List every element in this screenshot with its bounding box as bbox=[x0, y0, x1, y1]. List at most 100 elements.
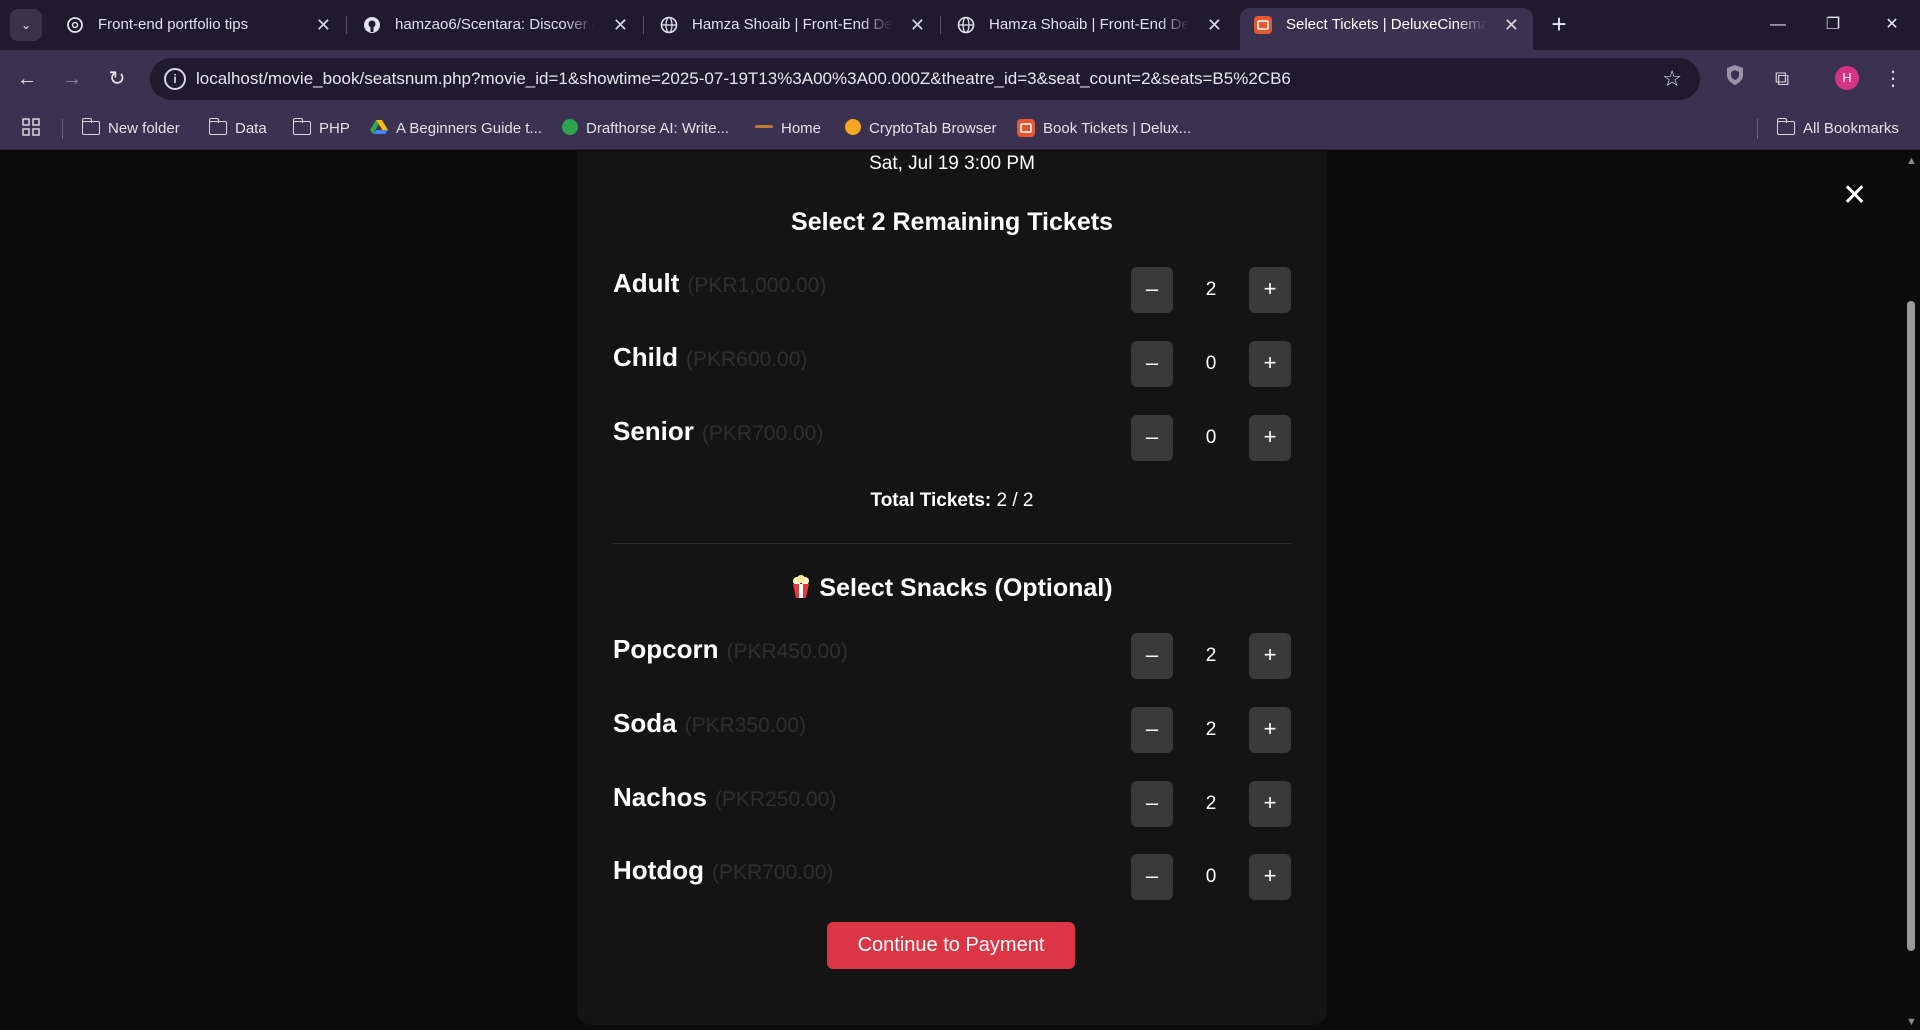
home-site-icon bbox=[755, 125, 773, 128]
increment-button[interactable]: + bbox=[1249, 854, 1291, 900]
browser-menu-icon[interactable]: ⋮ bbox=[1878, 64, 1908, 94]
address-bar[interactable]: i localhost/movie_book/seatsnum.php?movi… bbox=[150, 58, 1700, 100]
bookmark-label: Data bbox=[235, 120, 267, 137]
snack-row-nachos: Nachos (PKR250.00) – 2 + bbox=[613, 781, 1291, 827]
increment-button[interactable]: + bbox=[1249, 633, 1291, 679]
scroll-up-arrow-icon[interactable]: ▲ bbox=[1906, 155, 1917, 167]
site-info-icon[interactable]: i bbox=[164, 68, 186, 90]
tab-hamza-shoaib-2[interactable]: Hamza Shoaib | Front-End Deve ✕ bbox=[943, 8, 1236, 42]
bookmark-cryptotab[interactable]: CryptoTab Browser bbox=[845, 107, 997, 150]
quantity-stepper: – 2 + bbox=[1131, 781, 1291, 827]
bookmark-beginners-guide[interactable]: A Beginners Guide t... bbox=[370, 107, 542, 150]
back-arrow-icon[interactable]: ← bbox=[12, 64, 42, 94]
bookmark-star-icon[interactable]: ☆ bbox=[1662, 66, 1682, 92]
decrement-button[interactable]: – bbox=[1131, 415, 1173, 461]
tab-title: Hamza Shoaib | Front-End Deve bbox=[989, 16, 1189, 33]
url-text[interactable]: localhost/movie_book/seatsnum.php?movie_… bbox=[196, 58, 1291, 100]
tab-hamza-shoaib-1[interactable]: Hamza Shoaib | Front-End Deve ✕ bbox=[646, 8, 939, 42]
extensions-puzzle-icon[interactable]: ⧉ bbox=[1767, 64, 1797, 94]
decrement-button[interactable]: – bbox=[1131, 633, 1173, 679]
tab-separator bbox=[940, 16, 941, 34]
bookmark-new-folder[interactable]: New folder bbox=[82, 107, 180, 150]
snack-name: Popcorn bbox=[613, 634, 719, 664]
increment-button[interactable]: + bbox=[1249, 707, 1291, 753]
decrement-button[interactable]: – bbox=[1131, 781, 1173, 827]
decrement-button[interactable]: – bbox=[1131, 707, 1173, 753]
tab-front-end-portfolio-tips[interactable]: Front-end portfolio tips ✕ bbox=[52, 8, 345, 42]
profile-avatar[interactable]: H bbox=[1835, 66, 1859, 90]
window-close-icon[interactable]: ✕ bbox=[1872, 8, 1912, 42]
ticket-price: (PKR700.00) bbox=[701, 422, 824, 445]
restore-icon[interactable]: ❐ bbox=[1813, 8, 1853, 42]
ticket-row-senior: Senior (PKR700.00) – 0 + bbox=[613, 415, 1291, 461]
decrement-button[interactable]: – bbox=[1131, 267, 1173, 313]
increment-button[interactable]: + bbox=[1249, 781, 1291, 827]
globe-icon bbox=[660, 16, 678, 34]
close-icon[interactable]: ✕ bbox=[1842, 181, 1867, 211]
bookmark-label: Drafthorse AI: Write... bbox=[586, 120, 730, 137]
chatgpt-icon bbox=[67, 17, 83, 33]
bookmark-drafthorse[interactable]: Drafthorse AI: Write... bbox=[562, 107, 729, 150]
close-tab-icon[interactable]: ✕ bbox=[316, 8, 331, 42]
section-divider bbox=[613, 543, 1291, 544]
quantity-value: 2 bbox=[1205, 793, 1217, 814]
forward-arrow-icon[interactable]: → bbox=[57, 64, 87, 94]
ticket-name: Adult bbox=[613, 268, 680, 298]
bookmarks-bar: New folder Data PHP A Beginners Guide t.… bbox=[0, 107, 1920, 150]
showtime-text: Sat, Jul 19 3:00 PM bbox=[869, 153, 1035, 174]
snack-name: Nachos bbox=[613, 782, 707, 812]
all-bookmarks[interactable]: All Bookmarks bbox=[1777, 107, 1899, 150]
tab-title: hamzao6/Scentara: Discover a c bbox=[395, 16, 595, 33]
shield-extension-icon[interactable] bbox=[1720, 64, 1750, 94]
ticket-price: (PKR600.00) bbox=[686, 348, 808, 371]
close-tab-icon[interactable]: ✕ bbox=[1207, 8, 1222, 42]
snack-price: (PKR450.00) bbox=[726, 640, 848, 663]
snack-label: Popcorn (PKR450.00) bbox=[613, 633, 848, 668]
page-scrollbar[interactable]: ▲ ▼ bbox=[1902, 151, 1920, 1030]
close-tab-icon[interactable]: ✕ bbox=[1504, 8, 1519, 42]
bookmark-separator bbox=[62, 119, 63, 139]
apps-grid-icon[interactable] bbox=[22, 107, 40, 150]
bookmark-home[interactable]: Home bbox=[755, 107, 821, 150]
decrement-button[interactable]: – bbox=[1131, 341, 1173, 387]
quantity-stepper: – 0 + bbox=[1131, 341, 1291, 387]
deluxe-icon bbox=[1017, 119, 1035, 137]
tab-title: Select Tickets | DeluxeCinemas bbox=[1286, 16, 1486, 33]
snack-price: (PKR700.00) bbox=[711, 861, 834, 884]
bookmark-label: A Beginners Guide t... bbox=[396, 120, 542, 137]
increment-button[interactable]: + bbox=[1249, 267, 1291, 313]
quantity-value: 0 bbox=[1205, 427, 1217, 448]
minimize-icon[interactable]: — bbox=[1758, 8, 1798, 42]
bookmark-label: All Bookmarks bbox=[1803, 120, 1899, 137]
total-tickets: Total Tickets: 2 / 2 bbox=[577, 490, 1327, 512]
ticket-label: Adult (PKR1,000.00) bbox=[613, 267, 826, 302]
increment-button[interactable]: + bbox=[1249, 415, 1291, 461]
bookmark-php[interactable]: PHP bbox=[293, 107, 350, 150]
tab-scentara-github[interactable]: hamzao6/Scentara: Discover a c ✕ bbox=[349, 8, 642, 42]
ticket-label: Child (PKR600.00) bbox=[613, 341, 807, 376]
drafthorse-icon bbox=[562, 119, 578, 135]
tab-search-button[interactable]: ⌄ bbox=[10, 9, 42, 41]
continue-to-payment-button[interactable]: Continue to Payment bbox=[827, 922, 1075, 969]
decrement-button[interactable]: – bbox=[1131, 854, 1173, 900]
bookmark-data[interactable]: Data bbox=[209, 107, 267, 150]
bookmark-book-tickets[interactable]: Book Tickets | Delux... bbox=[1017, 107, 1191, 150]
scrollbar-thumb[interactable] bbox=[1907, 301, 1915, 951]
tab-select-tickets-active[interactable]: Select Tickets | DeluxeCinemas ✕ bbox=[1240, 8, 1533, 50]
snack-price: (PKR250.00) bbox=[714, 788, 837, 811]
snack-name: Hotdog bbox=[613, 855, 704, 885]
ticket-row-child: Child (PKR600.00) – 0 + bbox=[613, 341, 1291, 387]
quantity-stepper: – 2 + bbox=[1131, 633, 1291, 679]
quantity-value: 2 bbox=[1205, 279, 1217, 300]
ticket-price: (PKR1,000.00) bbox=[687, 274, 827, 297]
new-tab-button[interactable]: + bbox=[1543, 9, 1575, 41]
close-tab-icon[interactable]: ✕ bbox=[910, 8, 925, 42]
reload-icon[interactable]: ↻ bbox=[102, 64, 132, 94]
snack-row-hotdog: Hotdog (PKR700.00) – 0 + bbox=[613, 854, 1291, 900]
deluxe-icon bbox=[1254, 16, 1272, 34]
scroll-down-arrow-icon[interactable]: ▼ bbox=[1906, 1016, 1917, 1028]
increment-button[interactable]: + bbox=[1249, 341, 1291, 387]
close-tab-icon[interactable]: ✕ bbox=[613, 8, 628, 42]
ticket-selection-card: Sat, Jul 19 3:00 PM Select 2 Remaining T… bbox=[577, 151, 1327, 1025]
snack-label: Nachos (PKR250.00) bbox=[613, 781, 836, 816]
